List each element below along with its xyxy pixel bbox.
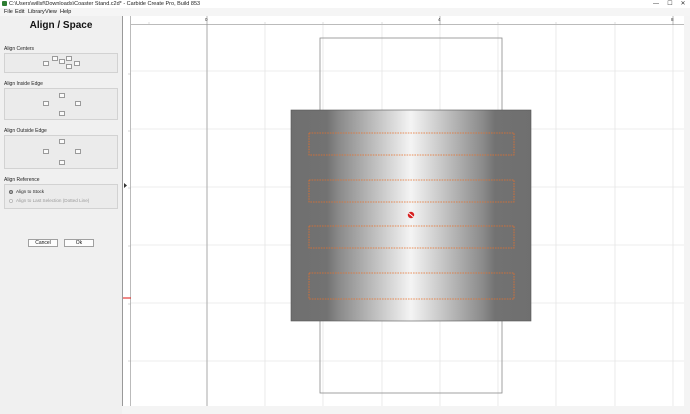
app-icon <box>2 1 7 6</box>
ruler-label-0: 0 <box>205 17 208 22</box>
align-left-center-button[interactable] <box>43 61 49 66</box>
align-reference-label: Align Reference <box>4 177 40 183</box>
panel-title: Align / Space <box>29 20 93 31</box>
maximize-button[interactable]: ☐ <box>664 0 676 8</box>
align-to-last-text: Align to Last Selection (Dotted Line) <box>16 198 90 203</box>
menu-library[interactable]: Library <box>28 8 45 16</box>
menu-bar: File Edit Library View Help <box>0 8 690 16</box>
align-center-button[interactable] <box>59 59 65 64</box>
align-outside-group <box>4 135 118 169</box>
ruler-label-4: 4 <box>438 17 441 22</box>
align-right-bottom-button[interactable] <box>66 64 72 69</box>
close-button[interactable]: ✕ <box>677 0 689 8</box>
align-outside-right-button[interactable] <box>75 149 81 154</box>
align-inside-group <box>4 88 118 120</box>
align-outside-left-button[interactable] <box>43 149 49 154</box>
minimize-button[interactable]: — <box>650 0 662 8</box>
menu-file[interactable]: File <box>4 8 13 16</box>
cancel-button[interactable]: Cancel <box>28 239 58 247</box>
horizontal-scrollbar[interactable] <box>122 406 684 414</box>
align-inside-bottom-button[interactable] <box>59 111 65 116</box>
radio-selected-icon <box>9 189 13 194</box>
align-inside-top-button[interactable] <box>59 93 65 98</box>
menu-help[interactable]: Help <box>60 8 71 16</box>
align-right-top-button[interactable] <box>66 56 72 61</box>
align-outside-top-button[interactable] <box>59 139 65 144</box>
ruler-cursor-icon <box>124 183 127 188</box>
horizontal-ruler: 0 4 8 <box>131 16 684 25</box>
align-inside-left-button[interactable] <box>43 101 49 106</box>
radio-unselected-icon <box>9 198 13 203</box>
align-space-panel: Align / Space Align Centers Align Inside… <box>0 16 122 414</box>
align-to-last-selection-radio: Align to Last Selection (Dotted Line) <box>9 198 109 204</box>
vertical-scrollbar[interactable] <box>684 16 690 414</box>
align-centers-group <box>4 53 118 73</box>
align-right-center-button[interactable] <box>74 61 80 66</box>
align-top-center-button[interactable] <box>52 56 58 61</box>
align-centers-label: Align Centers <box>4 46 35 52</box>
align-outside-label: Align Outside Edge <box>4 128 47 134</box>
selection-center-marker[interactable] <box>407 211 415 219</box>
ok-button[interactable]: Ok <box>64 239 94 247</box>
align-inside-right-button[interactable] <box>75 101 81 106</box>
align-outside-bottom-button[interactable] <box>59 160 65 165</box>
align-reference-group: Align to Stock Align to Last Selection (… <box>4 184 118 209</box>
align-inside-label: Align Inside Edge <box>4 81 43 87</box>
vertical-ruler <box>122 16 131 406</box>
align-to-stock-radio[interactable]: Align to Stock <box>9 189 109 195</box>
align-to-stock-text: Align to Stock <box>16 189 45 194</box>
menu-edit[interactable]: Edit <box>15 8 24 16</box>
menu-view[interactable]: View <box>45 8 57 16</box>
design-canvas[interactable] <box>131 25 684 406</box>
window-title: C:\Users\willsf\Downloads\Coaster Stand.… <box>9 1 201 7</box>
ruler-label-8: 8 <box>671 17 674 22</box>
title-bar: C:\Users\willsf\Downloads\Coaster Stand.… <box>0 0 690 8</box>
